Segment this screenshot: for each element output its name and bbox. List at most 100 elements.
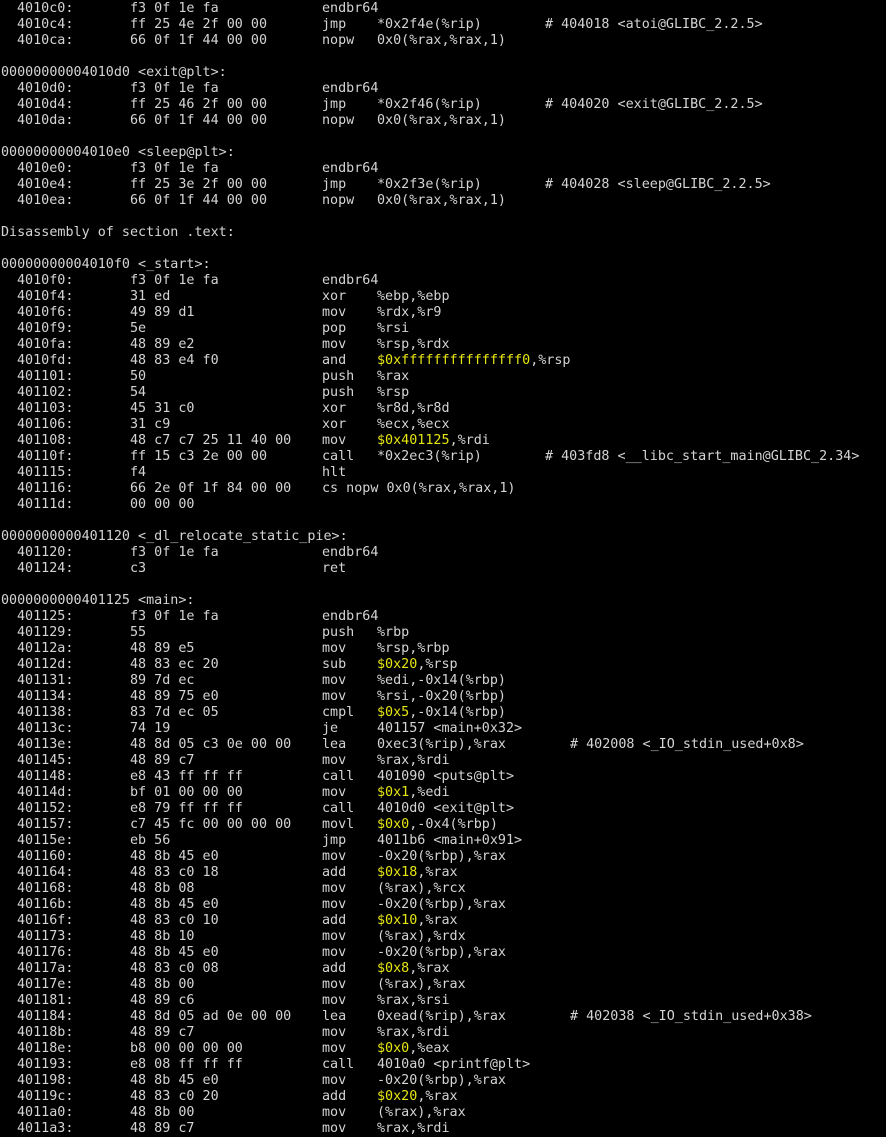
address: 40116b:	[17, 897, 74, 912]
opcode-bytes: 49 89 d1	[130, 305, 195, 320]
address: 4011a3:	[17, 1121, 74, 1136]
address: 4010d4:	[17, 97, 74, 112]
opcode-bytes: ff 15 c3 2e 00 00	[130, 449, 268, 464]
operands: %rax,%rsi	[377, 993, 450, 1008]
operand-rest: ,-0x4(%rbp)	[409, 817, 498, 832]
opcode-bytes: f3 0f 1e fa	[130, 81, 219, 96]
opcode-bytes: 74 19	[130, 721, 171, 736]
mnemonic: ret	[322, 561, 347, 576]
mnemonic: mov	[322, 1041, 347, 1056]
opcode-bytes: 48 8b 08	[130, 881, 195, 896]
asm-line: 401193: e8 08 ff ff ff call 4010a0 <printf@…	[0, 1057, 886, 1073]
mnemonic: jmp	[322, 17, 347, 32]
address: 4010e0:	[17, 161, 74, 176]
address: 401157:	[17, 817, 74, 832]
opcode-bytes: 48 8d 05 c3 0e 00 00	[130, 737, 292, 752]
address: 401184:	[17, 1009, 74, 1024]
asm-line: 4010da: 66 0f 1f 44 00 00 nopw 0x0(%rax,%ra…	[0, 113, 886, 129]
address: 401193:	[17, 1057, 74, 1072]
opcode-bytes: 48 89 c6	[130, 993, 195, 1008]
mnemonic: mov	[322, 881, 347, 896]
operands: $0x20,%rsp	[377, 657, 458, 673]
address: 401102:	[17, 385, 74, 400]
address: 4010c0:	[17, 1, 74, 16]
mnemonic: endbr64	[322, 1, 379, 16]
asm-line: 4010c0: f3 0f 1e fa endbr64	[0, 1, 886, 17]
operand-rest: ,%eax	[409, 1041, 450, 1056]
comment: # 404020 <exit@GLIBC_2.2.5>	[545, 97, 763, 112]
operands: %rax,%rdi	[377, 753, 450, 768]
opcode-bytes: 48 8b 00	[130, 977, 195, 992]
address: 4010fa:	[17, 337, 74, 352]
comment: # 404028 <sleep@GLIBC_2.2.5>	[545, 177, 771, 192]
operands: 0xead(%rip),%rax	[377, 1009, 506, 1024]
mnemonic: mov	[322, 849, 347, 864]
address: 40119c:	[17, 1089, 74, 1104]
opcode-bytes: 48 8b 00	[130, 1105, 195, 1120]
operands: %rax,%rdi	[377, 1121, 450, 1136]
label-text: 00000000004010e0 <sleep@plt>:	[1, 145, 235, 160]
address: 401138:	[17, 705, 74, 720]
asm-line: 40119c: 48 83 c0 20 add $0x20,%rax	[0, 1089, 886, 1105]
mnemonic: mov	[322, 785, 347, 800]
address: 401181:	[17, 993, 74, 1008]
address: 40113e:	[17, 737, 74, 752]
opcode-bytes: 45 31 c0	[130, 401, 195, 416]
address: 401164:	[17, 865, 74, 880]
operands: %ecx,%ecx	[377, 417, 450, 432]
opcode-bytes: 48 8b 45 e0	[130, 945, 219, 960]
address: 401173:	[17, 929, 74, 944]
operand-rest: ,%rax	[417, 865, 458, 880]
mnemonic: call	[322, 801, 355, 816]
opcode-bytes: 48 8b 10	[130, 929, 195, 944]
mnemonic: call	[322, 769, 355, 784]
mnemonic: mov	[322, 689, 347, 704]
opcode-bytes: 48 83 ec 20	[130, 657, 219, 672]
asm-line: 40117e: 48 8b 00 mov (%rax),%rax	[0, 977, 886, 993]
asm-line: 401160: 48 8b 45 e0 mov -0x20(%rbp),%rax	[0, 849, 886, 865]
mnemonic: mov	[322, 305, 347, 320]
asm-line: 401108: 48 c7 c7 25 11 40 00 mov $0x401125,…	[0, 433, 886, 449]
asm-line: 40117a: 48 83 c0 08 add $0x8,%rax	[0, 961, 886, 977]
opcode-bytes: 48 8b 45 e0	[130, 1073, 219, 1088]
operand-rest: ,%rsp	[530, 353, 571, 368]
operands: 0x0(%rax,%rax,1)	[377, 33, 506, 48]
address: 4010ca:	[17, 33, 74, 48]
operand-rest: ,%rax	[409, 961, 450, 976]
opcode-bytes: e8 79 ff ff ff	[130, 801, 243, 816]
address: 40114d:	[17, 785, 74, 800]
opcode-bytes: 66 2e 0f 1f 84 00 00	[130, 481, 292, 496]
asm-line: 401148: e8 43 ff ff ff call 401090 <puts@pl…	[0, 769, 886, 785]
mnemonic: xor	[322, 417, 347, 432]
asm-line: 4010f9: 5e pop %rsi	[0, 321, 886, 337]
asm-line: 40116f: 48 83 c0 10 add $0x10,%rax	[0, 913, 886, 929]
section-label: 0000000000401120 <_dl_relocate_static_pi…	[0, 529, 886, 545]
opcode-bytes: f4	[130, 465, 147, 480]
address: 401108:	[17, 433, 74, 448]
operands: $0x0,-0x4(%rbp)	[377, 817, 498, 833]
address: 401168:	[17, 881, 74, 896]
opcode-bytes: 48 83 c0 08	[130, 961, 219, 976]
address: 401134:	[17, 689, 74, 704]
operands: %rsi,-0x20(%rbp)	[377, 689, 506, 704]
mnemonic: endbr64	[322, 81, 379, 96]
operands: %rsi	[377, 321, 410, 336]
address: 40112a:	[17, 641, 74, 656]
asm-line: 401125: f3 0f 1e fa endbr64	[0, 609, 886, 625]
opcode-bytes: 48 8d 05 ad 0e 00 00	[130, 1009, 292, 1024]
terminal-output[interactable]: 4010c0: f3 0f 1e fa endbr64 4010c4: ff 25 4e…	[0, 0, 886, 1137]
asm-line: 401138: 83 7d ec 05 cmpl $0x5,-0x14(%rbp)	[0, 705, 886, 721]
address: 401125:	[17, 609, 74, 624]
opcode-bytes: 48 89 c7	[130, 753, 195, 768]
opcode-bytes: 48 89 e2	[130, 337, 195, 352]
label-text: 0000000000401120 <_dl_relocate_static_pi…	[1, 529, 348, 544]
asm-line: 401168: 48 8b 08 mov (%rax),%rcx	[0, 881, 886, 897]
opcode-bytes: ff 25 4e 2f 00 00	[130, 17, 268, 32]
immediate-value: $0xfffffffffffffff0	[377, 353, 531, 368]
operands: $0x10,%rax	[377, 913, 458, 929]
opcode-bytes: f3 0f 1e fa	[130, 609, 219, 624]
mnemonic: lea	[322, 737, 347, 752]
mnemonic: mov	[322, 929, 347, 944]
